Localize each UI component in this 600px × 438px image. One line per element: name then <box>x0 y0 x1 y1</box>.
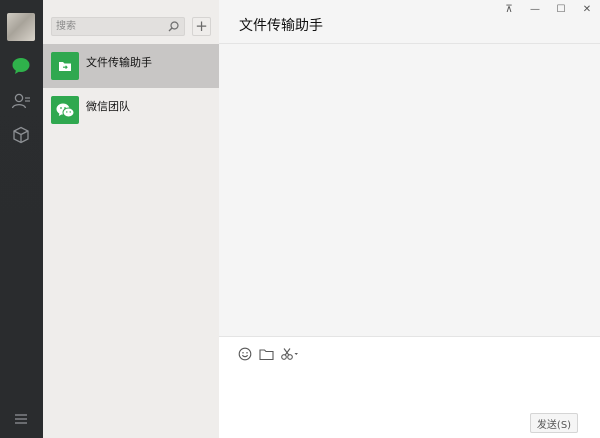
contacts-icon <box>11 93 30 109</box>
conversation-pane: 文件传输助手 ⊼ — ☐ ✕ 发送(S) <box>219 0 600 438</box>
add-button[interactable]: + <box>192 17 211 36</box>
conversation-header: 文件传输助手 ⊼ — ☐ ✕ <box>219 0 600 44</box>
chat-item-name: 文件传输助手 <box>86 56 152 69</box>
folder-icon <box>258 348 274 360</box>
wechat-team-icon <box>51 96 79 124</box>
file-transfer-icon <box>51 52 79 80</box>
minimize-button[interactable]: — <box>522 0 548 18</box>
avatar[interactable] <box>7 13 35 41</box>
pin-icon: ⊼ <box>505 3 513 15</box>
search-box <box>51 17 185 36</box>
scissors-icon <box>281 348 298 360</box>
chat-item-name: 微信团队 <box>86 100 130 113</box>
close-icon: ✕ <box>582 3 592 15</box>
emoji-icon <box>238 347 252 361</box>
plus-icon: + <box>195 17 208 35</box>
maximize-icon: ☐ <box>556 3 566 15</box>
search-icon[interactable] <box>167 20 180 33</box>
nav-favorites-button[interactable] <box>8 122 34 148</box>
nav-chat-button[interactable] <box>8 53 34 79</box>
emoji-button[interactable] <box>237 346 253 362</box>
menu-button[interactable] <box>8 406 34 432</box>
close-button[interactable]: ✕ <box>574 0 600 18</box>
search-input[interactable] <box>52 18 162 35</box>
minimize-icon: — <box>530 3 540 15</box>
chat-item-file-transfer[interactable]: 文件传输助手 <box>43 44 219 88</box>
conversation-list: + 文件传输助手 微信团队 <box>43 0 219 438</box>
chat-item-wechat-team[interactable]: 微信团队 <box>43 88 219 132</box>
favorites-icon <box>13 126 29 144</box>
send-file-button[interactable] <box>258 346 274 362</box>
message-input[interactable] <box>237 367 582 403</box>
page-title: 文件传输助手 <box>239 18 323 34</box>
pin-button[interactable]: ⊼ <box>496 0 522 18</box>
message-composer: 发送(S) <box>219 336 600 438</box>
window-controls: ⊼ — ☐ ✕ <box>496 0 600 18</box>
chat-icon <box>12 58 30 74</box>
maximize-button[interactable]: ☐ <box>548 0 574 18</box>
send-button[interactable]: 发送(S) <box>530 413 578 433</box>
nav-contacts-button[interactable] <box>8 88 34 114</box>
menu-icon <box>15 414 27 424</box>
screenshot-button[interactable] <box>280 346 300 362</box>
message-area[interactable] <box>219 44 600 336</box>
nav-rail <box>0 0 43 438</box>
